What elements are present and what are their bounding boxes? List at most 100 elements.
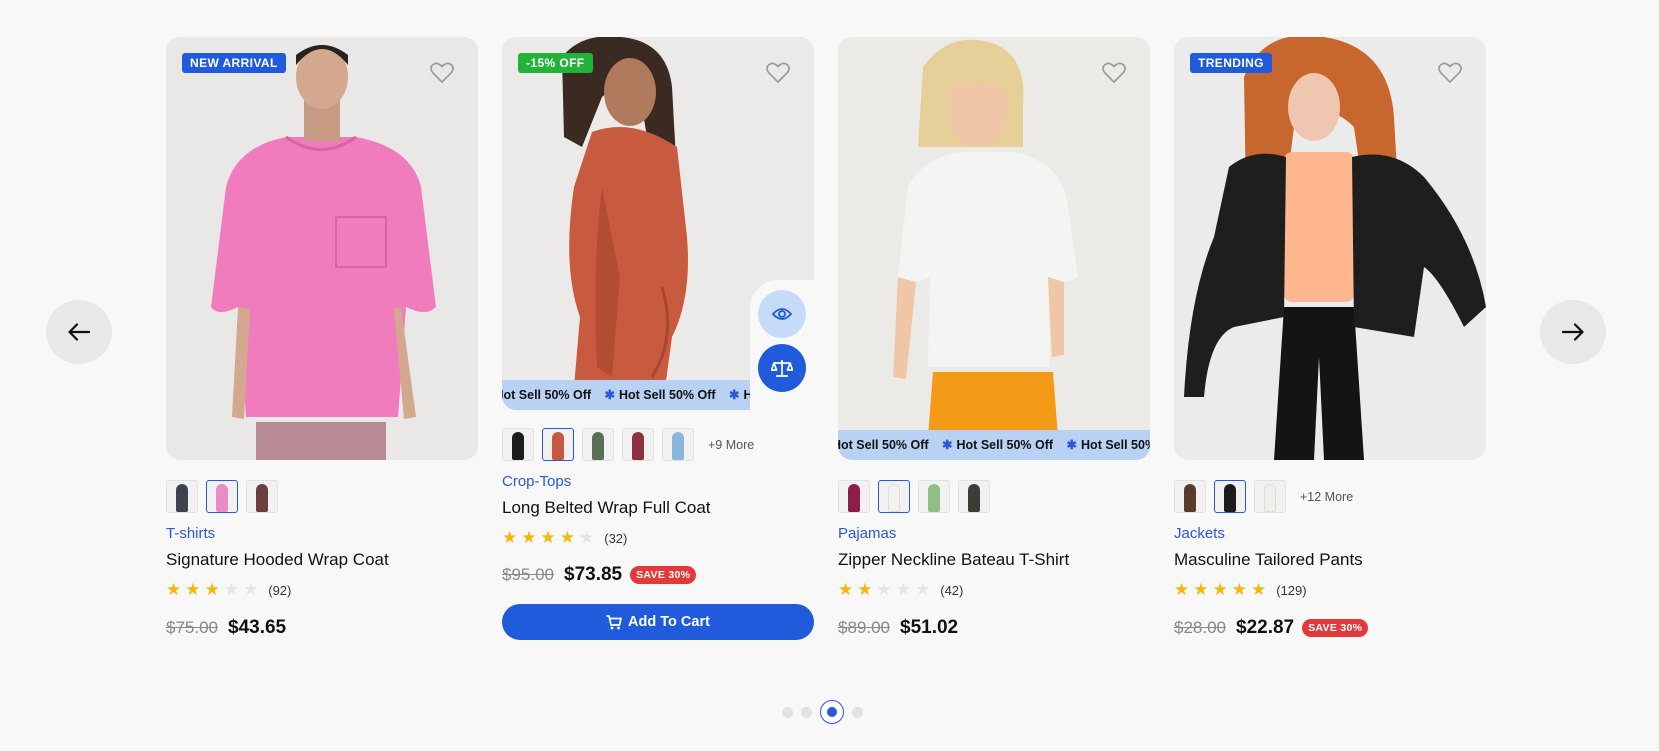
current-price: $51.02 — [900, 617, 959, 638]
pagination-dot[interactable] — [852, 706, 863, 718]
compare-button[interactable] — [758, 344, 806, 392]
more-colors-link[interactable]: +9 More — [708, 438, 754, 452]
product-category[interactable]: Crop-Tops — [502, 473, 571, 490]
old-price: $95.00 — [502, 565, 554, 584]
color-swatch[interactable] — [582, 428, 614, 461]
star-icon: ★ — [521, 528, 537, 547]
color-swatch[interactable] — [1174, 480, 1206, 513]
scale-icon — [771, 360, 793, 377]
star-icon: ★ — [1174, 580, 1190, 599]
color-swatch[interactable] — [166, 480, 198, 513]
product-title[interactable]: Long Belted Wrap Full Coat — [502, 498, 711, 518]
product-rating: ★ ★ ★ ★ ★ (129) — [1174, 581, 1307, 599]
color-swatches — [166, 480, 278, 513]
product-card[interactable]: TRENDING +12 More Jackets Masculine Tail… — [1174, 37, 1486, 638]
asterisk-icon: ✱ — [729, 388, 740, 402]
review-count: (92) — [268, 582, 292, 598]
asterisk-icon: ✱ — [942, 438, 953, 452]
color-swatch-selected[interactable] — [878, 480, 910, 513]
star-icon: ★ — [876, 580, 892, 599]
product-badge: NEW ARRIVAL — [182, 53, 286, 73]
review-count: (42) — [940, 582, 964, 598]
color-swatch-selected[interactable] — [542, 428, 574, 461]
product-badge: -15% OFF — [518, 53, 593, 73]
save-badge: SAVE 30% — [630, 566, 697, 584]
color-swatch-selected[interactable] — [1214, 480, 1246, 513]
star-icon: ★ — [895, 580, 911, 599]
pagination-dot[interactable] — [782, 706, 793, 718]
star-icon: ★ — [1251, 580, 1267, 599]
color-swatch[interactable] — [622, 428, 654, 461]
color-swatch-selected[interactable] — [206, 480, 238, 513]
color-swatch[interactable] — [958, 480, 990, 513]
product-image[interactable]: Hot Sell 50% Off ✱ Hot Sell 50% Off ✱ Hot … — [838, 37, 1150, 460]
current-price: $73.85 — [564, 564, 623, 585]
review-count: (32) — [604, 530, 628, 546]
old-price: $75.00 — [166, 618, 218, 637]
next-arrow-button[interactable] — [1540, 300, 1606, 364]
color-swatch[interactable] — [502, 428, 534, 461]
arrow-left-icon — [68, 323, 90, 341]
wishlist-button[interactable] — [424, 55, 460, 91]
star-icon: ★ — [857, 580, 873, 599]
color-swatch[interactable] — [918, 480, 950, 513]
color-swatch[interactable] — [838, 480, 870, 513]
heart-icon — [766, 62, 790, 84]
star-icon: ★ — [915, 580, 931, 599]
product-card[interactable]: -15% OFF ✱ Hot Sell 50% Off ✱ Hot Sell 50%… — [502, 37, 814, 640]
price-row: $28.00 $22.87 SAVE 30% — [1174, 617, 1369, 639]
heart-icon — [430, 62, 454, 84]
carousel-pagination — [782, 700, 863, 724]
add-to-cart-button[interactable]: Add To Cart — [502, 604, 814, 640]
price-row: $89.00 $51.02 — [838, 617, 966, 639]
product-category[interactable]: T-shirts — [166, 525, 215, 542]
prev-arrow-button[interactable] — [46, 300, 112, 364]
product-image[interactable]: TRENDING — [1174, 37, 1486, 460]
wishlist-button[interactable] — [1096, 55, 1132, 91]
color-swatches — [838, 480, 990, 513]
star-icon: ★ — [579, 528, 595, 547]
product-title[interactable]: Masculine Tailored Pants — [1174, 550, 1363, 570]
wishlist-button[interactable] — [760, 55, 796, 91]
current-price: $22.87 — [1236, 617, 1295, 638]
product-image[interactable]: -15% OFF ✱ Hot Sell 50% Off ✱ Hot Sell 50%… — [502, 37, 814, 410]
marquee-text: Hot Sell 50% Off — [1081, 438, 1150, 452]
star-icon: ★ — [185, 580, 201, 599]
cart-icon — [606, 614, 622, 629]
star-icon: ★ — [223, 580, 239, 599]
arrow-right-icon — [1562, 323, 1584, 341]
product-card[interactable]: Hot Sell 50% Off ✱ Hot Sell 50% Off ✱ Hot … — [838, 37, 1150, 638]
pagination-dot-active[interactable] — [820, 700, 844, 724]
star-icon: ★ — [166, 580, 182, 599]
marquee-text: Hot Sell 50% Off — [502, 388, 592, 402]
add-to-cart-label: Add To Cart — [628, 614, 710, 630]
star-icon: ★ — [540, 528, 556, 547]
price-row: $95.00 $73.85 SAVE 30% — [502, 564, 697, 586]
pagination-dot[interactable] — [801, 706, 812, 718]
product-category[interactable]: Pajamas — [838, 525, 896, 542]
save-badge: SAVE 30% — [1302, 619, 1369, 637]
product-image[interactable]: NEW ARRIVAL — [166, 37, 478, 460]
quick-view-button[interactable] — [758, 290, 806, 338]
product-category[interactable]: Jackets — [1174, 525, 1225, 542]
asterisk-icon: ✱ — [604, 388, 615, 402]
color-swatch[interactable] — [246, 480, 278, 513]
color-swatch[interactable] — [662, 428, 694, 461]
heart-icon — [1102, 62, 1126, 84]
wishlist-button[interactable] — [1432, 55, 1468, 91]
star-icon: ★ — [1193, 580, 1209, 599]
product-rating: ★ ★ ★ ★ ★ (42) — [838, 581, 963, 599]
star-icon: ★ — [1231, 580, 1247, 599]
product-title[interactable]: Zipper Neckline Bateau T-Shirt — [838, 550, 1069, 570]
color-swatch[interactable] — [1254, 480, 1286, 513]
product-rating: ★ ★ ★ ★ ★ (92) — [166, 581, 291, 599]
product-photo — [166, 37, 478, 460]
promo-marquee: Hot Sell 50% Off ✱ Hot Sell 50% Off ✱ Hot … — [838, 430, 1150, 460]
product-rating: ★ ★ ★ ★ ★ (32) — [502, 529, 627, 547]
product-title[interactable]: Signature Hooded Wrap Coat — [166, 550, 389, 570]
quick-actions — [750, 280, 814, 410]
more-colors-link[interactable]: +12 More — [1300, 490, 1353, 504]
product-card[interactable]: NEW ARRIVAL T-shirts Signature Hooded Wr… — [166, 37, 478, 638]
promo-marquee: ✱Hot Sell 50% Off ✱Hot Sell 50% Off ✱Hot… — [502, 380, 751, 410]
star-icon: ★ — [502, 528, 518, 547]
